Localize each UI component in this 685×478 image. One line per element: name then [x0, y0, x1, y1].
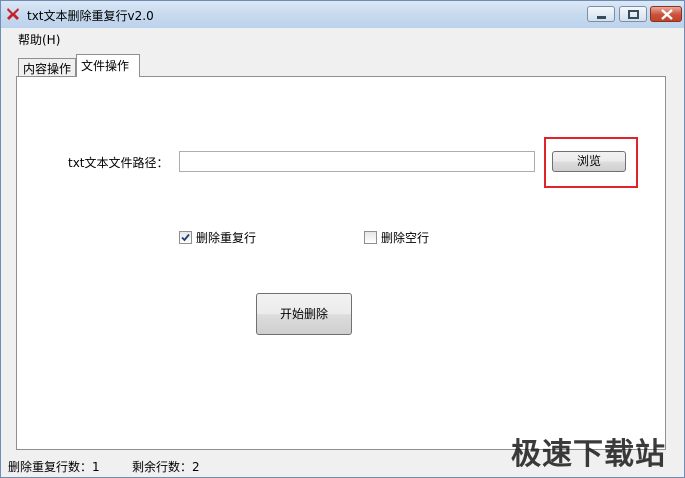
- minimize-icon: [597, 16, 606, 19]
- file-path-label: txt文本文件路径：: [68, 156, 169, 170]
- checkmark-icon: [181, 233, 190, 242]
- menu-help[interactable]: 帮助(H): [18, 31, 60, 48]
- checkbox-box[interactable]: [179, 231, 192, 244]
- app-logo-icon: [6, 7, 20, 21]
- tab-content-operation[interactable]: 内容操作: [18, 58, 76, 76]
- close-icon: [661, 9, 673, 20]
- close-button[interactable]: [650, 6, 682, 22]
- window-title: txt文本删除重复行v2.0: [27, 9, 154, 23]
- file-path-input[interactable]: [179, 151, 535, 172]
- delete-empty-lines-checkbox[interactable]: 删除空行: [364, 229, 429, 246]
- browse-button[interactable]: 浏览: [552, 151, 626, 172]
- maximize-button[interactable]: [619, 6, 647, 22]
- minimize-button[interactable]: [587, 6, 615, 22]
- status-duplicates-removed: 删除重复行数：1: [8, 460, 100, 474]
- title-bar[interactable]: txt文本删除重复行v2.0: [1, 1, 684, 28]
- checkbox-box[interactable]: [364, 231, 377, 244]
- watermark-logo: 极速下载站: [511, 437, 666, 472]
- maximize-icon: [628, 10, 639, 19]
- status-remaining-lines: 剩余行数：2: [132, 460, 200, 474]
- tab-file-operation[interactable]: 文件操作: [76, 54, 140, 77]
- delete-empty-lines-label: 删除空行: [381, 231, 430, 245]
- tab-panel-file-operation: [16, 76, 666, 450]
- delete-duplicates-checkbox[interactable]: 删除重复行: [179, 229, 256, 246]
- menu-bar: 帮助(H): [2, 28, 683, 49]
- start-delete-button[interactable]: 开始删除: [256, 293, 352, 335]
- delete-duplicates-label: 删除重复行: [196, 231, 257, 245]
- app-window: txt文本删除重复行v2.0 帮助(H) 内容操作 文件操作 txt文本文件路径…: [0, 0, 685, 478]
